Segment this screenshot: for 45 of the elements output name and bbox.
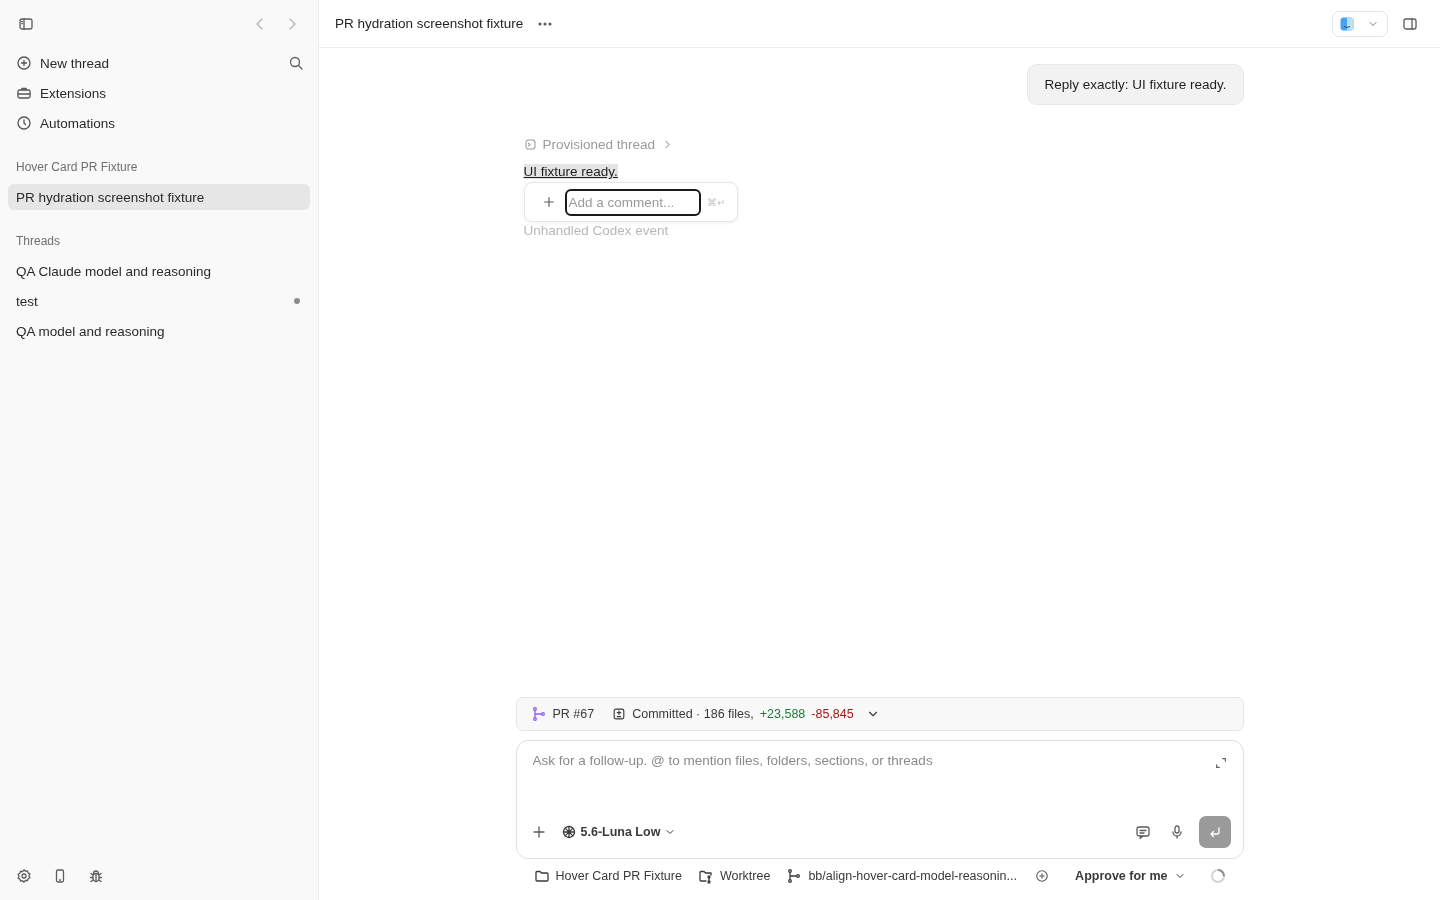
branch-icon [530,706,547,722]
branch-selector[interactable]: bb/align-hover-card-model-reasonin... [786,868,1017,884]
sidebar-icon [18,16,34,32]
toolbox-icon [16,85,32,101]
thread-item[interactable]: test [8,288,310,314]
user-message: Reply exactly: UI fixture ready. [1027,64,1244,105]
sidebar-nav-item[interactable]: Extensions [8,78,115,108]
plus-icon [541,195,556,209]
settings-icon [16,868,32,884]
model-selector[interactable]: 5.6-Luna Low [560,824,677,840]
plus-circle-icon [16,55,32,71]
expand-icon [1213,756,1228,770]
clock-icon [16,115,32,131]
approval-selector[interactable]: Approve for me [1075,869,1186,883]
branch-icon [786,868,803,884]
bug-icon [88,868,104,884]
comment-icon [1134,824,1151,840]
worktree-icon [697,868,714,884]
section-heading: Hover Card PR Fixture [15,160,139,174]
folder-icon [533,868,550,884]
event-text: Unhandled Codex event [523,223,670,239]
thread-item[interactable]: QA Claude model and reasoning [8,258,310,284]
comment-field[interactable]: Add a comment... [564,188,701,216]
search-icon [288,55,304,71]
open-in-app-button[interactable] [1332,10,1388,37]
commit-summary[interactable]: Committed · 186 files, +23,588 -85,845 [612,707,880,721]
send-button[interactable] [1198,816,1231,848]
plus-circle-icon [1035,869,1049,883]
finder-icon [1339,15,1355,32]
loading-spinner-icon [1209,868,1226,884]
more-icon [539,22,552,25]
project-selector[interactable]: Hover Card PR Fixture [533,868,682,884]
reply-text: UI fixture ready. [523,164,618,179]
diff-icon [612,707,627,721]
sidebar-nav-item[interactable]: Automations [8,108,124,138]
panel-icon [1402,15,1418,32]
sidebar-nav-item[interactable]: New thread [8,48,118,78]
worktree-selector[interactable]: Worktree [697,868,771,884]
thread-title: PR hydration screenshot fixture [335,16,524,31]
terminal-icon [523,137,537,151]
pr-link[interactable]: PR #67 [530,706,595,722]
thread-item[interactable]: PR hydration screenshot fixture [8,184,310,210]
shortcut-hint: ⌘↵ [706,196,725,208]
thread-item[interactable]: QA model and reasoning [8,318,310,344]
section-heading: Threads [15,234,62,248]
